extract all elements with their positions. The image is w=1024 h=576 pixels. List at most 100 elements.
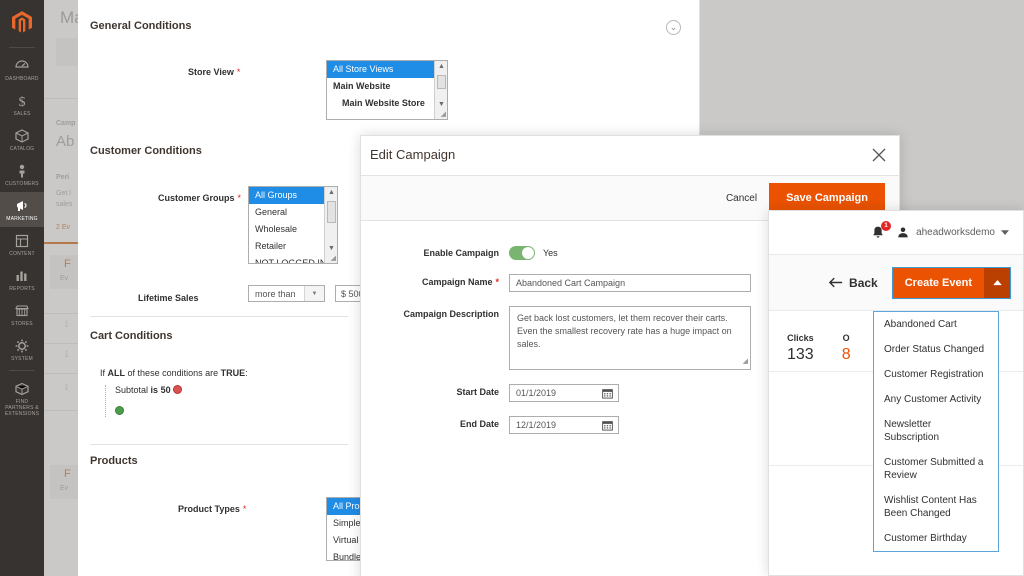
cart-rule-header: If ALL of these conditions are TRUE: (100, 368, 248, 378)
sidebar-item-catalog[interactable]: CATALOG (0, 122, 44, 157)
cart-conditions-title: Cart Conditions (90, 330, 173, 342)
campaign-description-textarea[interactable]: Get back lost customers, let them recove… (509, 306, 751, 370)
notification-count-badge: 1 (881, 220, 892, 231)
resize-grip-icon[interactable]: ◢ (441, 110, 446, 118)
campaign-name-required-star: * (495, 277, 499, 287)
rule-mid: of these conditions are (127, 368, 219, 378)
stat-clicks-value: 133 (787, 346, 814, 363)
dropdown-item-any-customer-activity[interactable]: Any Customer Activity (874, 387, 998, 412)
scroll-thumb[interactable] (327, 201, 336, 223)
resize-grip-icon[interactable]: ◢ (331, 254, 336, 262)
general-conditions-panel: General Conditions ⌄ Store View * All Sto… (78, 0, 700, 138)
scroll-thumb[interactable] (437, 75, 446, 89)
dropdown-item-order-status-changed[interactable]: Order Status Changed (874, 337, 998, 362)
sidebar-divider-bottom (9, 370, 35, 371)
enable-campaign-toggle[interactable] (509, 246, 535, 260)
stat-clicks: Clicks 133 (787, 333, 814, 364)
svg-text:$: $ (19, 95, 26, 109)
enable-campaign-value: Yes (543, 248, 558, 258)
customer-groups-required-star: * (237, 193, 242, 203)
resize-grip-icon[interactable]: ◢ (743, 355, 748, 368)
stat-orders: O 8 (842, 333, 851, 364)
divider-cart-products (90, 444, 348, 445)
enable-campaign-label: Enable Campaign (423, 248, 499, 258)
notifications-button[interactable]: 1 (870, 220, 892, 241)
sidebar-item-find-partners[interactable]: FIND PARTNERS & EXTENSIONS (0, 375, 44, 422)
cart-rule-rail: Subtotal is 50 (105, 385, 248, 417)
rule-prefix: If (100, 368, 106, 378)
condition-operator[interactable]: is (151, 385, 159, 395)
store-icon (15, 305, 29, 317)
sidebar-item-dashboard[interactable]: DASHBOARD (0, 52, 44, 87)
gear-icon (15, 339, 29, 353)
add-condition-icon[interactable] (115, 406, 124, 415)
user-menu[interactable]: aheadworksdemo (896, 226, 1009, 240)
campaign-name-input[interactable]: Abandoned Cart Campaign (509, 274, 751, 292)
lifetime-sales-label: Lifetime Sales (138, 293, 199, 303)
rule-all[interactable]: ALL (108, 368, 126, 378)
sidebar-item-customers[interactable]: CUSTOMERS (0, 157, 44, 192)
sidebar-item-stores[interactable]: STORES (0, 297, 44, 332)
dropdown-item-wishlist-content-has-been-changed[interactable]: Wishlist Content Has Been Changed (874, 488, 998, 526)
store-view-select[interactable]: All Store Views Main Website Main Websit… (326, 60, 448, 120)
scroll-down-icon[interactable]: ▼ (327, 245, 336, 253)
create-event-button[interactable]: Create Event (892, 267, 984, 298)
sidebar-item-content[interactable]: CONTENT (0, 227, 44, 262)
user-name: aheadworksdemo (916, 227, 995, 238)
back-label: Back (849, 275, 878, 290)
delete-condition-icon[interactable] (173, 385, 183, 394)
end-date-label: End Date (459, 419, 499, 429)
person-icon (19, 164, 25, 178)
sidebar-item-system[interactable]: SYSTEM (0, 332, 44, 367)
dropdown-item-customer-birthday[interactable]: Customer Birthday (874, 526, 998, 551)
store-view-option-0[interactable]: All Store Views (327, 61, 447, 78)
box-icon (15, 129, 29, 143)
campaign-name-label-wrap: Campaign Name * (361, 274, 509, 287)
user-avatar-icon (898, 226, 908, 237)
store-view-option-2[interactable]: Main Website Store (327, 95, 447, 112)
collapse-circle-icon[interactable]: ⌄ (666, 20, 681, 35)
sidebar-label-stores: STORES (11, 321, 33, 327)
end-date-input[interactable]: 12/1/2019 (509, 416, 619, 434)
campaign-description-label: Campaign Description (403, 309, 499, 319)
save-campaign-button[interactable]: Save Campaign (769, 183, 885, 213)
lifetime-sales-operator-select[interactable]: more than ▼ (248, 285, 325, 302)
modal-header: Edit Campaign (361, 136, 899, 176)
calendar-icon[interactable] (602, 388, 613, 399)
dropdown-item-customer-submitted-a-review[interactable]: Customer Submitted a Review (874, 450, 998, 488)
customer-groups-scrollbar[interactable]: ▲ ▼ ◢ (324, 187, 337, 263)
sidebar-item-marketing[interactable]: MARKETING (0, 192, 44, 227)
customer-conditions-title: Customer Conditions (90, 145, 202, 157)
calendar-icon[interactable] (602, 420, 613, 431)
end-date-value: 12/1/2019 (516, 420, 557, 430)
dropdown-item-abandoned-cart[interactable]: Abandoned Cart (874, 312, 998, 337)
rule-true[interactable]: TRUE (221, 368, 246, 378)
back-button[interactable]: Back (829, 276, 878, 290)
dropdown-item-customer-registration[interactable]: Customer Registration (874, 362, 998, 387)
magento-logo[interactable] (0, 0, 44, 44)
sidebar-item-sales[interactable]: $ SALES (0, 87, 44, 122)
scroll-up-icon[interactable]: ▲ (437, 63, 446, 71)
cancel-button[interactable]: Cancel (726, 193, 757, 204)
chevron-up-icon (992, 279, 1002, 285)
condition-value[interactable]: 50 (161, 385, 171, 395)
store-view-scrollbar[interactable]: ▲ ▼ ◢ (434, 61, 447, 119)
scroll-up-icon[interactable]: ▲ (327, 189, 336, 197)
sidebar-label-find-partners: FIND PARTNERS & EXTENSIONS (4, 399, 40, 417)
condition-attribute[interactable]: Subtotal (115, 385, 148, 395)
modal-title: Edit Campaign (370, 147, 456, 162)
lifetime-sales-operator-value: more than (255, 288, 296, 299)
scroll-down-icon[interactable]: ▼ (437, 101, 446, 109)
sidebar-item-reports[interactable]: REPORTS (0, 262, 44, 297)
arrow-left-icon (829, 277, 843, 288)
start-date-input[interactable]: 01/1/2019 (509, 384, 619, 402)
magento-logo-icon (12, 11, 32, 33)
customer-groups-select[interactable]: All Groups General Wholesale Retailer NO… (248, 186, 338, 264)
create-event-dropdown-toggle[interactable] (984, 267, 1010, 298)
store-view-option-1[interactable]: Main Website (327, 78, 447, 95)
close-button[interactable] (869, 145, 889, 165)
start-date-value: 01/1/2019 (516, 388, 557, 398)
dropdown-item-newsletter-subscription[interactable]: Newsletter Subscription (874, 412, 998, 450)
window-icon (15, 234, 29, 248)
divider-customer-cart (90, 316, 348, 317)
